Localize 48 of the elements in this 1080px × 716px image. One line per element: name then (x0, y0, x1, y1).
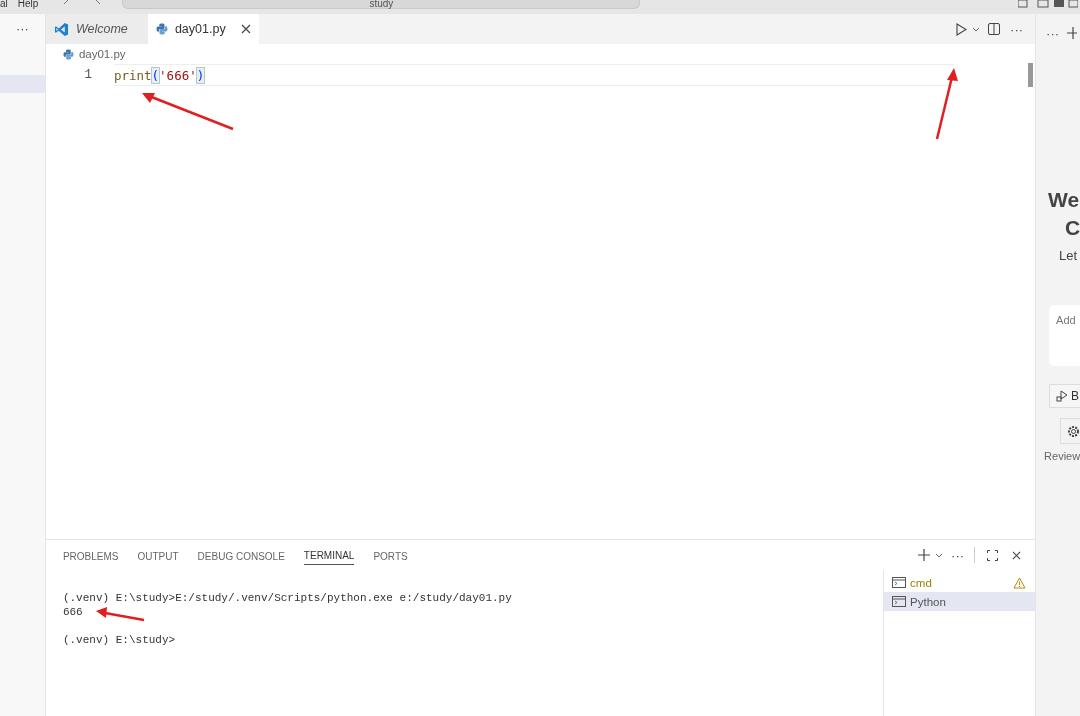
more-icon[interactable]: ··· (1010, 21, 1024, 37)
vscode-icon (53, 21, 69, 37)
welcome-text: Let (1059, 248, 1078, 263)
play-icon (1056, 390, 1069, 402)
panel-tab[interactable]: TERMINAL (303, 545, 355, 565)
action-button[interactable]: B (1049, 384, 1080, 408)
panel-tab[interactable]: PORTS (373, 545, 408, 565)
annotation-arrow (95, 607, 146, 623)
panel-tab[interactable]: PROBLEMS (62, 545, 119, 565)
panel-tab[interactable]: OUTPUT (137, 545, 179, 565)
panel-tab[interactable]: DEBUG CONSOLE (197, 545, 285, 565)
gear-icon (1067, 424, 1080, 438)
caret-icon[interactable] (972, 26, 981, 32)
welcome-heading: C (1064, 215, 1080, 241)
code-line: print('666') (113, 64, 954, 86)
more-icon[interactable]: ··· (1046, 25, 1060, 41)
python-icon (155, 23, 168, 35)
terminal-item[interactable]: cmd (884, 573, 1036, 592)
editor-tab[interactable]: day01.py (147, 14, 259, 44)
plus-icon[interactable] (918, 549, 931, 561)
breadcrumb[interactable]: day01.py (78, 48, 126, 60)
caret-icon[interactable] (935, 552, 944, 558)
run-icon[interactable] (955, 22, 968, 36)
terminal-line: (.venv) E:\study>E:/study/.venv/Scripts/python.exe e:/study/day01.py (62, 591, 512, 605)
warning-icon (1013, 576, 1027, 589)
terminal-item[interactable]: Python (884, 592, 1036, 611)
terminal-line: (.venv) E:\study> (62, 633, 176, 647)
scrollbar-thumb[interactable] (1028, 63, 1034, 87)
menu-item[interactable]: al (0, 0, 8, 8)
more-icon[interactable]: ··· (951, 547, 965, 563)
editor-tab[interactable]: Welcome (45, 14, 148, 44)
close-icon[interactable] (1012, 550, 1022, 560)
search-field[interactable]: study (122, 0, 641, 9)
layout-icon[interactable] (1018, 0, 1078, 8)
terminal-icon (892, 596, 907, 607)
line-number: 1 (83, 68, 92, 82)
python-icon (62, 48, 74, 60)
welcome-heading: We (1047, 187, 1080, 213)
chat-input[interactable]: Add (1049, 305, 1080, 366)
more-icon[interactable]: ··· (15, 23, 29, 35)
maximize-icon[interactable] (987, 549, 999, 561)
terminal-icon (892, 577, 907, 588)
terminal-line: 666 (62, 605, 83, 619)
plus-icon[interactable] (1067, 27, 1078, 39)
split-editor-icon[interactable] (988, 23, 1001, 35)
footer-label: Review (1044, 450, 1080, 462)
menu-item[interactable]: Help (17, 0, 39, 8)
close-icon[interactable] (240, 24, 251, 34)
